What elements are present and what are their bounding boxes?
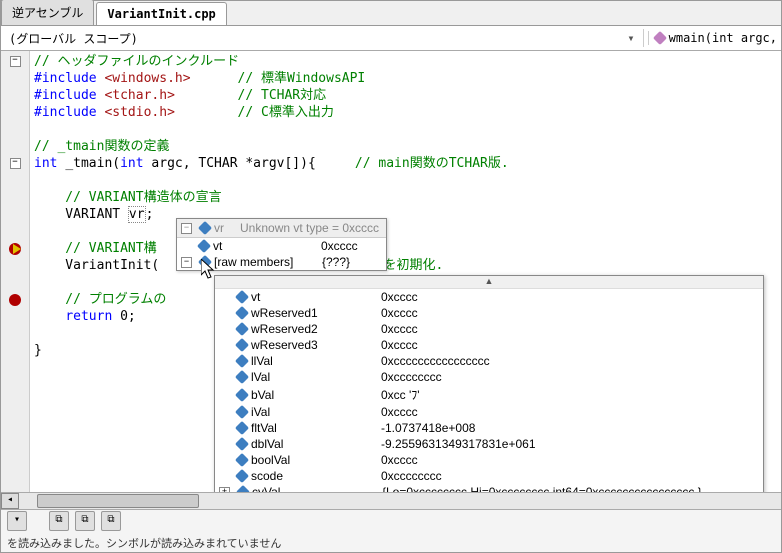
expand-toggle[interactable]: +	[219, 487, 230, 493]
member-name: dblVal	[251, 437, 381, 451]
variable-icon	[198, 221, 212, 235]
scroll-thumb[interactable]	[37, 494, 199, 508]
datatip-row[interactable]: boolVal0xcccc	[215, 452, 763, 468]
field-icon	[235, 354, 249, 368]
bottom-panel: ▾ ⧉ ⧉ ⧉ を読み込みました。シンボルが読み込みまれていません	[1, 509, 781, 552]
member-name: wReserved1	[251, 306, 381, 320]
breakpoint-marker[interactable]	[9, 294, 21, 306]
field-icon	[235, 453, 249, 467]
toolbar-dropdown[interactable]: ▾	[7, 511, 27, 531]
datatip-row[interactable]: bVal0xcc 'ﾌ'	[215, 385, 763, 404]
member-value: {???}	[322, 255, 382, 269]
member-name: cyVal	[252, 485, 382, 492]
datatip-row[interactable]: iVal0xcccc	[215, 404, 763, 420]
tab-source[interactable]: VariantInit.cpp	[96, 2, 226, 25]
member-value: 0xcc 'ﾌ'	[381, 386, 759, 403]
member-value: 0xcccccccc	[381, 469, 759, 483]
field-icon	[235, 338, 249, 352]
tab-disassembly[interactable]: 逆アセンブル	[1, 0, 94, 25]
datatip-outer: − vr Unknown vt type = 0xcccc vt 0xcccc …	[176, 218, 387, 271]
member-value: 0xcccc	[381, 338, 759, 352]
member-name: wReserved3	[251, 338, 381, 352]
member-value: -9.2559631349317831e+061	[381, 437, 759, 451]
datatip-row[interactable]: fltVal-1.0737418e+008	[215, 420, 763, 436]
datatip-row[interactable]: dblVal-9.2559631349317831e+061	[215, 436, 763, 452]
field-icon	[235, 370, 249, 384]
datatip-row[interactable]: wReserved10xcccc	[215, 305, 763, 321]
member-value: 0xcccc	[381, 290, 759, 304]
member-value: 0xcccccccc	[381, 370, 759, 384]
scroll-left-button[interactable]: ◂	[1, 493, 19, 509]
field-icon	[235, 469, 249, 483]
member-value: 0xcccc	[381, 306, 759, 320]
toolbar-button[interactable]: ⧉	[75, 511, 95, 531]
member-name: iVal	[251, 405, 381, 419]
member-name: vt	[213, 239, 321, 253]
member-value: 0xcccc	[381, 405, 759, 419]
collapse-toggle[interactable]: −	[10, 56, 21, 67]
datatip-var-name: vr	[214, 221, 234, 235]
datatip-row[interactable]: wReserved30xcccc	[215, 337, 763, 353]
toolbar-button[interactable]: ⧉	[49, 511, 69, 531]
member-dropdown[interactable]: wmain(int argc,	[648, 31, 777, 45]
field-icon	[235, 322, 249, 336]
field-icon	[235, 437, 249, 451]
member-name: lVal	[251, 370, 381, 384]
member-label: wmain(int argc,	[669, 31, 777, 45]
expand-toggle[interactable]: −	[181, 257, 192, 268]
datatip-row[interactable]: lVal0xcccccccc	[215, 369, 763, 385]
member-value: 0xcccc	[381, 322, 759, 336]
member-name: vt	[251, 290, 381, 304]
execution-arrow-icon	[13, 244, 21, 254]
chevron-down-icon[interactable]: ▾	[623, 31, 638, 45]
member-name: llVal	[251, 354, 381, 368]
datatip-row[interactable]: llVal0xcccccccccccccccc	[215, 353, 763, 369]
field-icon	[235, 405, 249, 419]
datatip-row[interactable]: + cyVal{Lo=0xcccccccc Hi=0xcccccccc int64…	[215, 484, 763, 492]
member-name: wReserved2	[251, 322, 381, 336]
member-value: {Lo=0xcccccccc Hi=0xcccccccc int64=0xccc…	[382, 485, 759, 492]
member-name: fltVal	[251, 421, 381, 435]
field-icon	[236, 485, 250, 492]
member-value: 0xcccc	[381, 453, 759, 467]
scope-dropdown[interactable]: (グローバル スコープ)	[5, 28, 623, 49]
toolbar-button[interactable]: ⧉	[101, 511, 121, 531]
datatip-var-val: Unknown vt type = 0xcccc	[240, 221, 379, 235]
member-name: scode	[251, 469, 381, 483]
member-value: 0xcccc	[321, 239, 381, 253]
field-icon	[198, 255, 212, 269]
datatip-row[interactable]: vt0xcccc	[215, 289, 763, 305]
scroll-up-arrow[interactable]: ▲	[215, 276, 763, 289]
datatip-expanded: ▲ vt0xccccwReserved10xccccwReserved20xcc…	[214, 275, 764, 492]
status-text: を読み込みました。シンボルが読み込みまれていません	[1, 533, 781, 552]
member-value: -1.0737418e+008	[381, 421, 759, 435]
method-icon	[653, 31, 667, 45]
scope-label: (グローバル スコープ)	[9, 30, 138, 47]
field-icon	[235, 387, 249, 401]
file-tabs: 逆アセンブル VariantInit.cpp	[1, 1, 781, 26]
member-value: 0xcccccccccccccccc	[381, 354, 759, 368]
member-name: bVal	[251, 388, 381, 402]
scope-bar: (グローバル スコープ) ▾ wmain(int argc,	[1, 26, 781, 51]
field-icon	[235, 290, 249, 304]
horizontal-scrollbar[interactable]: ◂	[1, 492, 781, 509]
gutter: − −	[1, 51, 30, 492]
datatip-row[interactable]: scode0xcccccccc	[215, 468, 763, 484]
datatip-row[interactable]: wReserved20xcccc	[215, 321, 763, 337]
field-icon	[235, 421, 249, 435]
collapse-toggle[interactable]: −	[10, 158, 21, 169]
editor-area: − − // ヘッダファイルのインクルード #include <windows.…	[1, 51, 781, 492]
field-icon	[197, 239, 211, 253]
member-name: boolVal	[251, 453, 381, 467]
expand-toggle[interactable]: −	[181, 223, 192, 234]
field-icon	[235, 306, 249, 320]
member-name: [raw members]	[214, 255, 322, 269]
